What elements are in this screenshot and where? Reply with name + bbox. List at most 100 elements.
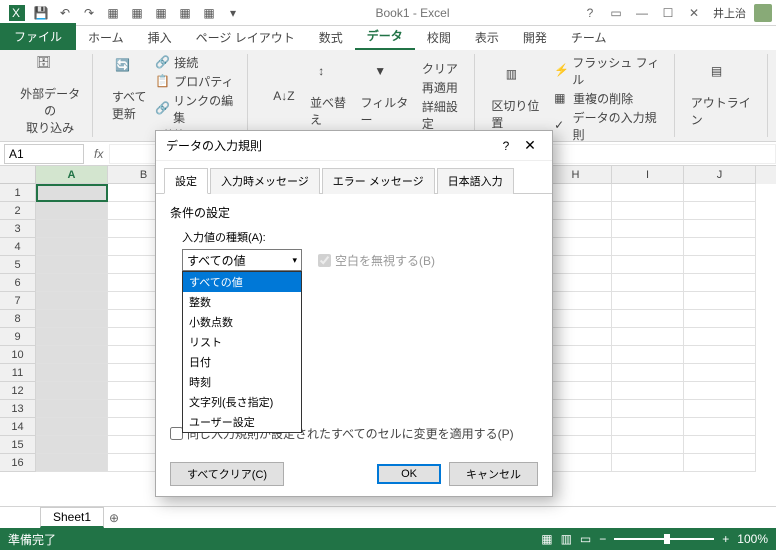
dropdown-option[interactable]: すべての値 bbox=[183, 272, 301, 292]
qat-item-icon[interactable]: ▦ bbox=[104, 4, 122, 22]
connections-button[interactable]: 🔗接続 bbox=[155, 54, 239, 71]
outline-button[interactable]: ▤アウトライン bbox=[691, 64, 759, 128]
col-header[interactable]: I bbox=[612, 166, 684, 184]
dropdown-option[interactable]: 日付 bbox=[183, 352, 301, 372]
edit-links-button[interactable]: 🔗リンクの編集 bbox=[155, 92, 239, 126]
cell[interactable] bbox=[684, 310, 756, 328]
dialog-help-button[interactable]: ? bbox=[494, 139, 518, 153]
new-sheet-button[interactable]: ⊕ bbox=[104, 511, 124, 525]
cell[interactable] bbox=[36, 328, 108, 346]
cell[interactable] bbox=[612, 364, 684, 382]
select-all-corner[interactable] bbox=[0, 166, 36, 184]
dropdown-option[interactable]: 整数 bbox=[183, 292, 301, 312]
clear-all-button[interactable]: すべてクリア(C) bbox=[170, 462, 284, 486]
dropdown-option[interactable]: 小数点数 bbox=[183, 312, 301, 332]
col-header[interactable]: J bbox=[684, 166, 756, 184]
cell[interactable] bbox=[684, 364, 756, 382]
cell[interactable] bbox=[36, 184, 108, 202]
cell[interactable] bbox=[36, 346, 108, 364]
row-header[interactable]: 13 bbox=[0, 400, 36, 418]
row-header[interactable]: 2 bbox=[0, 202, 36, 220]
cell[interactable] bbox=[612, 436, 684, 454]
dropdown-option[interactable]: 文字列(長さ指定) bbox=[183, 392, 301, 412]
zoom-out-button[interactable]: − bbox=[599, 532, 606, 546]
clear-filter-button[interactable]: クリア bbox=[422, 60, 467, 77]
avatar[interactable] bbox=[754, 4, 772, 22]
dialog-close-button[interactable]: ✕ bbox=[518, 137, 542, 154]
cell[interactable] bbox=[684, 436, 756, 454]
qat-item-icon[interactable]: ▦ bbox=[200, 4, 218, 22]
cell[interactable] bbox=[612, 310, 684, 328]
row-header[interactable]: 3 bbox=[0, 220, 36, 238]
tab-formulas[interactable]: 数式 bbox=[307, 25, 355, 50]
cell[interactable] bbox=[684, 454, 756, 472]
row-header[interactable]: 15 bbox=[0, 436, 36, 454]
sheet-tab[interactable]: Sheet1 bbox=[40, 507, 104, 528]
col-header[interactable]: A bbox=[36, 166, 108, 184]
cell[interactable] bbox=[684, 256, 756, 274]
flash-fill-button[interactable]: ⚡フラッシュ フィル bbox=[554, 54, 666, 88]
tab-insert[interactable]: 挿入 bbox=[136, 25, 184, 50]
tab-view[interactable]: 表示 bbox=[463, 25, 511, 50]
row-header[interactable]: 7 bbox=[0, 292, 36, 310]
cell[interactable] bbox=[36, 400, 108, 418]
cancel-button[interactable]: キャンセル bbox=[449, 462, 538, 486]
cell[interactable] bbox=[612, 238, 684, 256]
data-validation-button[interactable]: ✓データの入力規則 bbox=[554, 109, 666, 142]
row-header[interactable]: 4 bbox=[0, 238, 36, 256]
qat-item-icon[interactable]: ▦ bbox=[128, 4, 146, 22]
cell[interactable] bbox=[612, 328, 684, 346]
cell[interactable] bbox=[684, 328, 756, 346]
tab-data[interactable]: データ bbox=[355, 23, 415, 50]
save-icon[interactable]: 💾 bbox=[32, 4, 50, 22]
dialog-tab-ime[interactable]: 日本語入力 bbox=[437, 168, 514, 194]
cell[interactable] bbox=[684, 184, 756, 202]
tab-developer[interactable]: 開発 bbox=[511, 25, 559, 50]
row-header[interactable]: 10 bbox=[0, 346, 36, 364]
dropdown-option[interactable]: ユーザー設定 bbox=[183, 412, 301, 432]
cell[interactable] bbox=[36, 202, 108, 220]
text-to-columns-button[interactable]: ▥区切り位置 bbox=[491, 67, 548, 131]
view-normal-icon[interactable]: ▦ bbox=[541, 532, 552, 546]
name-box[interactable]: A1 bbox=[4, 144, 84, 164]
cell[interactable] bbox=[612, 400, 684, 418]
row-header[interactable]: 6 bbox=[0, 274, 36, 292]
cell[interactable] bbox=[36, 292, 108, 310]
ok-button[interactable]: OK bbox=[377, 464, 441, 484]
tab-home[interactable]: ホーム bbox=[76, 25, 136, 50]
cell[interactable] bbox=[36, 274, 108, 292]
allow-combobox[interactable]: すべての値▾ すべての値整数小数点数リスト日付時刻文字列(長さ指定)ユーザー設定 bbox=[182, 249, 302, 271]
tab-review[interactable]: 校閲 bbox=[415, 25, 463, 50]
cell[interactable] bbox=[36, 382, 108, 400]
maximize-icon[interactable]: ☐ bbox=[657, 3, 679, 23]
view-break-icon[interactable]: ▭ bbox=[580, 532, 591, 546]
cell[interactable] bbox=[684, 382, 756, 400]
dropdown-option[interactable]: リスト bbox=[183, 332, 301, 352]
qat-item-icon[interactable]: ▦ bbox=[176, 4, 194, 22]
ribbon-options-icon[interactable]: ▭ bbox=[605, 3, 627, 23]
reapply-button[interactable]: 再適用 bbox=[422, 79, 467, 96]
close-icon[interactable]: ✕ bbox=[683, 3, 705, 23]
row-header[interactable]: 8 bbox=[0, 310, 36, 328]
cell[interactable] bbox=[612, 418, 684, 436]
cell[interactable] bbox=[612, 346, 684, 364]
cell[interactable] bbox=[612, 292, 684, 310]
cell[interactable] bbox=[684, 400, 756, 418]
row-header[interactable]: 11 bbox=[0, 364, 36, 382]
row-header[interactable]: 12 bbox=[0, 382, 36, 400]
cell[interactable] bbox=[684, 202, 756, 220]
cell[interactable] bbox=[612, 202, 684, 220]
sort-button[interactable]: ↕並べ替え bbox=[310, 64, 355, 128]
zoom-in-button[interactable]: + bbox=[722, 532, 729, 546]
row-header[interactable]: 14 bbox=[0, 418, 36, 436]
tab-team[interactable]: チーム bbox=[559, 25, 619, 50]
view-page-icon[interactable]: ▥ bbox=[561, 532, 572, 546]
dialog-tab-error[interactable]: エラー メッセージ bbox=[322, 168, 435, 194]
undo-icon[interactable]: ↶ bbox=[56, 4, 74, 22]
cell[interactable] bbox=[612, 382, 684, 400]
properties-button[interactable]: 📋プロパティ bbox=[155, 73, 239, 90]
tab-file[interactable]: ファイル bbox=[0, 23, 76, 50]
cell[interactable] bbox=[36, 418, 108, 436]
cell[interactable] bbox=[36, 310, 108, 328]
advanced-filter-button[interactable]: 詳細設定 bbox=[422, 98, 467, 132]
